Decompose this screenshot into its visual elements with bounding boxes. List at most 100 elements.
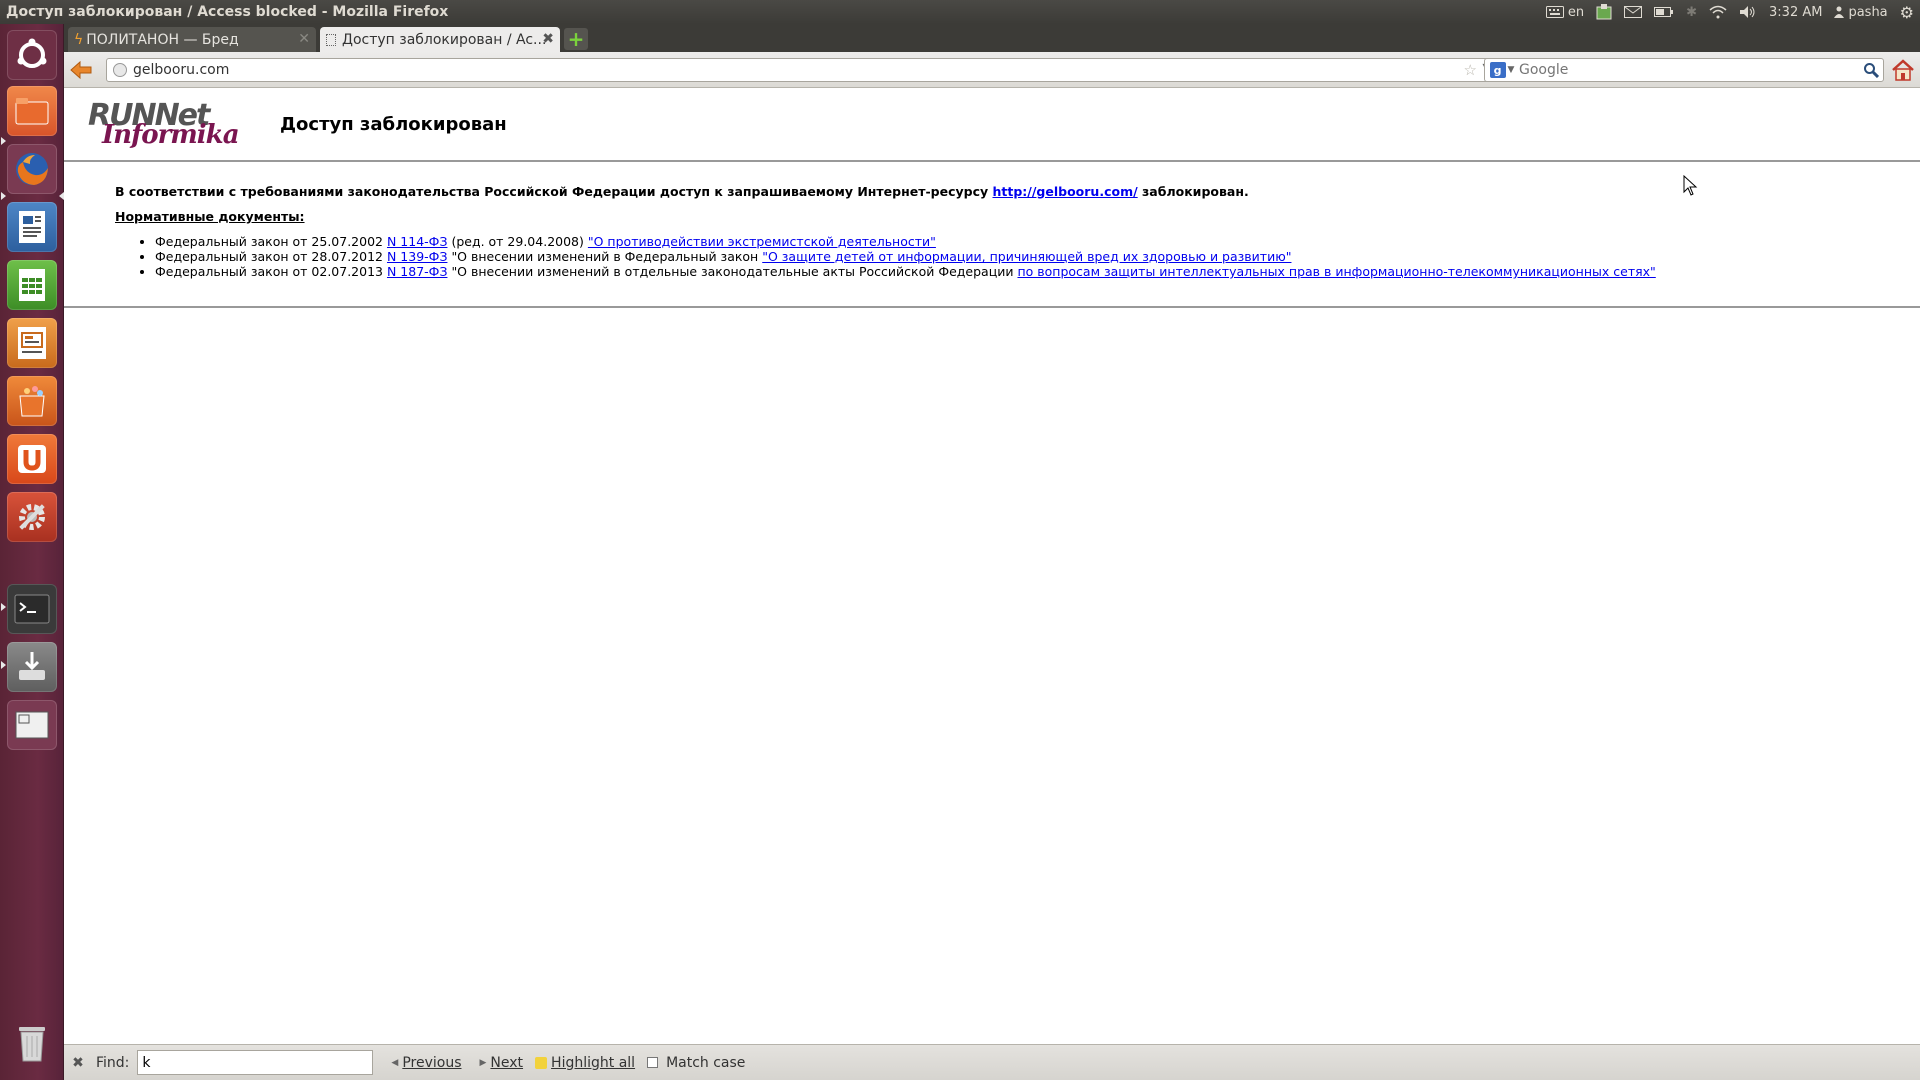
find-label: Find: bbox=[96, 1054, 130, 1071]
find-previous-label: Previous bbox=[402, 1054, 462, 1071]
tab-politanon[interactable]: ϟ ПОЛИТАНОН — Бред ✕ bbox=[68, 27, 316, 52]
doc-prefix: Федеральный закон от 28.07.2012 bbox=[155, 249, 383, 264]
keyboard-icon bbox=[1545, 6, 1564, 18]
highlighter-icon bbox=[535, 1056, 548, 1069]
installer-icon[interactable] bbox=[7, 642, 57, 692]
lightning-favicon-icon: ϟ bbox=[74, 31, 84, 48]
window-title: Доступ заблокирован / Access blocked - M… bbox=[6, 4, 449, 20]
match-case-label: Match case bbox=[666, 1054, 746, 1071]
mail-icon[interactable] bbox=[1624, 0, 1643, 24]
doc-prefix: Федеральный закон от 02.07.2013 bbox=[155, 264, 383, 279]
ubuntu-one-icon[interactable] bbox=[7, 434, 57, 484]
block-notice: В соответствии с требованиями законодате… bbox=[115, 184, 1656, 199]
keyboard-indicator[interactable]: en bbox=[1545, 0, 1585, 24]
trash-icon[interactable] bbox=[7, 1018, 57, 1068]
close-find-bar-icon[interactable]: ✖ bbox=[64, 1055, 92, 1071]
checkbox-icon bbox=[647, 1057, 659, 1068]
site-identity-icon[interactable] bbox=[113, 63, 127, 77]
doc-middle: "О внесении изменений в Федеральный зако… bbox=[451, 249, 759, 264]
list-item: Федеральный закон от 25.07.2002 N 114-ФЗ… bbox=[155, 234, 1656, 249]
chevron-down-icon: ▼ bbox=[1507, 65, 1515, 75]
user-name: pasha bbox=[1848, 4, 1888, 20]
page-title: Доступ заблокирован bbox=[280, 114, 507, 135]
notice-suffix: заблокирован. bbox=[1142, 184, 1249, 199]
bookmark-star-icon[interactable]: ☆ bbox=[1464, 61, 1477, 79]
law-title-link[interactable]: "О противодействии экстремистской деятел… bbox=[588, 234, 936, 249]
doc-middle: (ред. от 29.04.2008) bbox=[451, 234, 584, 249]
search-engine-selector[interactable]: g ▼ bbox=[1485, 59, 1519, 81]
back-arrow-icon bbox=[70, 60, 92, 80]
wifi-icon[interactable] bbox=[1709, 0, 1727, 24]
notice-prefix: В соответствии с требованиями законодате… bbox=[115, 184, 989, 199]
battery-icon[interactable] bbox=[1654, 0, 1674, 24]
law-title-link[interactable]: по вопросам защиты интеллектуальных прав… bbox=[1017, 264, 1655, 279]
impress-icon[interactable] bbox=[7, 318, 57, 368]
tab-label: ПОЛИТАНОН — Бред bbox=[86, 31, 239, 48]
session-gear-icon[interactable]: ⚙ bbox=[1900, 0, 1914, 24]
tab-label: Доступ заблокирован / Ac... bbox=[342, 31, 547, 48]
clock[interactable]: 3:32 AM bbox=[1769, 0, 1822, 24]
tab-bar: ϟ ПОЛИТАНОН — Бред ✕ Доступ заблокирован… bbox=[64, 24, 1920, 52]
system-tray: en ✱ 3:32 AM pasha ⚙ bbox=[1545, 0, 1920, 24]
calc-icon[interactable] bbox=[7, 260, 57, 310]
law-number-link[interactable]: N 139-ФЗ bbox=[387, 249, 447, 264]
search-input[interactable] bbox=[1519, 62, 1859, 78]
tab-access-blocked[interactable]: Доступ заблокирован / Ac... ✖ bbox=[320, 27, 560, 52]
firefox-icon[interactable] bbox=[7, 144, 57, 194]
law-title-link[interactable]: "О защите детей от информации, причиняющ… bbox=[762, 249, 1291, 264]
mouse-cursor-icon bbox=[1683, 175, 1698, 196]
highlight-all-button[interactable]: Highlight all bbox=[535, 1055, 635, 1071]
top-panel: Доступ заблокирован / Access blocked - M… bbox=[0, 0, 1920, 24]
law-number-link[interactable]: N 187-ФЗ bbox=[387, 264, 447, 279]
bluetooth-icon[interactable]: ✱ bbox=[1686, 0, 1697, 24]
logo-text-informika: Informika bbox=[102, 120, 240, 150]
blank-page-favicon-icon bbox=[326, 33, 336, 46]
find-bar: ✖ Find: ◀ Previous ▶ Next Highlight all … bbox=[64, 1044, 1920, 1080]
runnet-informika-logo: RUNNet Informika bbox=[88, 98, 240, 152]
volume-icon[interactable] bbox=[1739, 0, 1757, 24]
terminal-icon[interactable] bbox=[7, 584, 57, 634]
list-item: Федеральный закон от 02.07.2013 N 187-ФЗ… bbox=[155, 264, 1656, 279]
writer-icon[interactable] bbox=[7, 202, 57, 252]
update-indicator-icon[interactable] bbox=[1596, 0, 1612, 24]
law-number-link[interactable]: N 114-ФЗ bbox=[387, 234, 447, 249]
search-icon[interactable] bbox=[1859, 62, 1883, 78]
ubuntu-dash-icon[interactable] bbox=[7, 30, 57, 80]
find-next-label: Next bbox=[490, 1054, 524, 1071]
url-text: gelbooru.com bbox=[133, 62, 230, 78]
back-button[interactable] bbox=[68, 58, 94, 82]
find-next-button[interactable]: ▶ Next bbox=[480, 1055, 524, 1071]
navigation-toolbar: gelbooru.com ☆ ▼ ↻ g ▼ bbox=[64, 52, 1920, 88]
user-icon bbox=[1834, 6, 1845, 18]
highlight-all-label: Highlight all bbox=[551, 1054, 636, 1071]
page-header: RUNNet Informika Доступ заблокирован bbox=[64, 88, 1920, 162]
page-content: RUNNet Informika Доступ заблокирован В с… bbox=[64, 88, 1920, 1044]
doc-prefix: Федеральный закон от 25.07.2002 bbox=[155, 234, 383, 249]
docs-list: Федеральный закон от 25.07.2002 N 114-ФЗ… bbox=[115, 234, 1656, 279]
system-settings-icon[interactable] bbox=[7, 492, 57, 542]
chevron-left-icon: ◀ bbox=[391, 1057, 399, 1068]
match-case-checkbox[interactable]: Match case bbox=[647, 1055, 745, 1071]
new-tab-button[interactable]: + bbox=[564, 27, 588, 51]
search-bar[interactable]: g ▼ bbox=[1484, 58, 1884, 82]
doc-middle: "О внесении изменений в отдельные законо… bbox=[451, 264, 1014, 279]
url-bar[interactable]: gelbooru.com ☆ ▼ ↻ bbox=[106, 58, 1518, 82]
chevron-right-icon: ▶ bbox=[479, 1057, 487, 1068]
block-notice-body: В соответствии с требованиями законодате… bbox=[115, 184, 1656, 279]
find-previous-button[interactable]: ◀ Previous bbox=[391, 1055, 461, 1071]
docs-heading: Нормативные документы: bbox=[115, 209, 305, 224]
close-tab-icon[interactable]: ✕ bbox=[298, 31, 310, 47]
user-menu[interactable]: pasha bbox=[1834, 0, 1888, 24]
files-icon[interactable] bbox=[7, 86, 57, 136]
keyboard-layout-label: en bbox=[1567, 4, 1585, 20]
home-icon bbox=[1892, 59, 1914, 81]
google-icon: g bbox=[1489, 62, 1506, 78]
home-button[interactable] bbox=[1890, 58, 1916, 82]
workspace-switcher-icon[interactable] bbox=[7, 700, 57, 750]
close-tab-icon[interactable]: ✖ bbox=[542, 31, 554, 47]
blocked-resource-link[interactable]: http://gelbooru.com/ bbox=[993, 184, 1138, 199]
unity-launcher bbox=[0, 24, 64, 1080]
find-input[interactable] bbox=[137, 1050, 374, 1075]
software-center-icon[interactable] bbox=[7, 376, 57, 426]
list-item: Федеральный закон от 28.07.2012 N 139-ФЗ… bbox=[155, 249, 1656, 264]
